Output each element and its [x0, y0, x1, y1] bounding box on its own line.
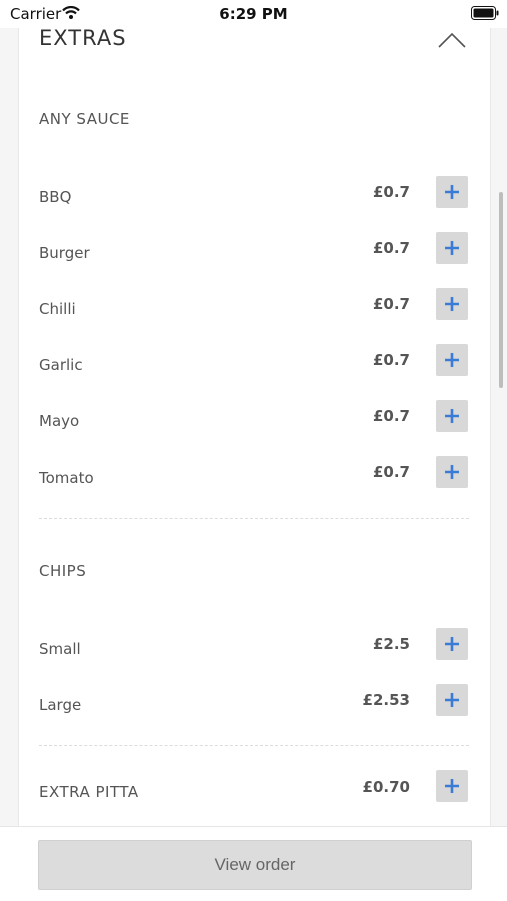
item-name-large: Large — [39, 696, 82, 714]
plus-icon — [445, 241, 459, 255]
item-name-bbq: BBQ — [39, 188, 72, 206]
plus-icon — [445, 779, 459, 793]
group-title-any-sauce: ANY SAUCE — [39, 110, 130, 128]
item-price-mayo: £0.7 — [372, 407, 410, 425]
footer: View order — [0, 826, 507, 901]
status-bar: Carrier 6:29 PM — [0, 0, 507, 28]
add-button-mayo[interactable] — [436, 400, 468, 432]
add-button-bbq[interactable] — [436, 176, 468, 208]
add-button-chilli[interactable] — [436, 288, 468, 320]
add-button-small[interactable] — [436, 628, 468, 660]
plus-icon — [445, 409, 459, 423]
item-name-tomato: Tomato — [39, 469, 94, 487]
item-price-large: £2.53 — [362, 691, 410, 709]
status-time: 6:29 PM — [219, 5, 288, 23]
item-price-bbq: £0.7 — [372, 183, 410, 201]
item-name-burger: Burger — [39, 244, 90, 262]
plus-icon — [445, 297, 459, 311]
group-title-chips: CHIPS — [39, 562, 87, 580]
battery-icon — [471, 6, 499, 20]
extras-card: EXTRAS ANY SAUCE BBQ £0.7 Burger £0.7 Ch… — [18, 0, 491, 830]
item-name-mayo: Mayo — [39, 412, 80, 430]
add-button-garlic[interactable] — [436, 344, 468, 376]
add-button-extra-pitta[interactable] — [436, 770, 468, 802]
divider — [39, 745, 469, 746]
item-price-extra-pitta: £0.70 — [362, 778, 410, 796]
view-order-button[interactable]: View order — [38, 840, 472, 890]
plus-icon — [445, 185, 459, 199]
item-name-chilli: Chilli — [39, 300, 76, 318]
section-title: EXTRAS — [39, 26, 127, 50]
add-button-large[interactable] — [436, 684, 468, 716]
chevron-up-icon[interactable] — [438, 32, 466, 48]
item-name-garlic: Garlic — [39, 356, 83, 374]
group-title-extra-pitta: EXTRA PITTA — [39, 783, 139, 801]
add-button-tomato[interactable] — [436, 456, 468, 488]
plus-icon — [445, 465, 459, 479]
item-price-chilli: £0.7 — [372, 295, 410, 313]
item-name-small: Small — [39, 640, 81, 658]
scrollbar[interactable] — [499, 192, 503, 388]
item-price-tomato: £0.7 — [372, 463, 410, 481]
item-price-garlic: £0.7 — [372, 351, 410, 369]
plus-icon — [445, 353, 459, 367]
item-price-burger: £0.7 — [372, 239, 410, 257]
item-price-small: £2.5 — [372, 635, 410, 653]
add-button-burger[interactable] — [436, 232, 468, 264]
divider — [39, 518, 469, 519]
plus-icon — [445, 637, 459, 651]
plus-icon — [445, 693, 459, 707]
